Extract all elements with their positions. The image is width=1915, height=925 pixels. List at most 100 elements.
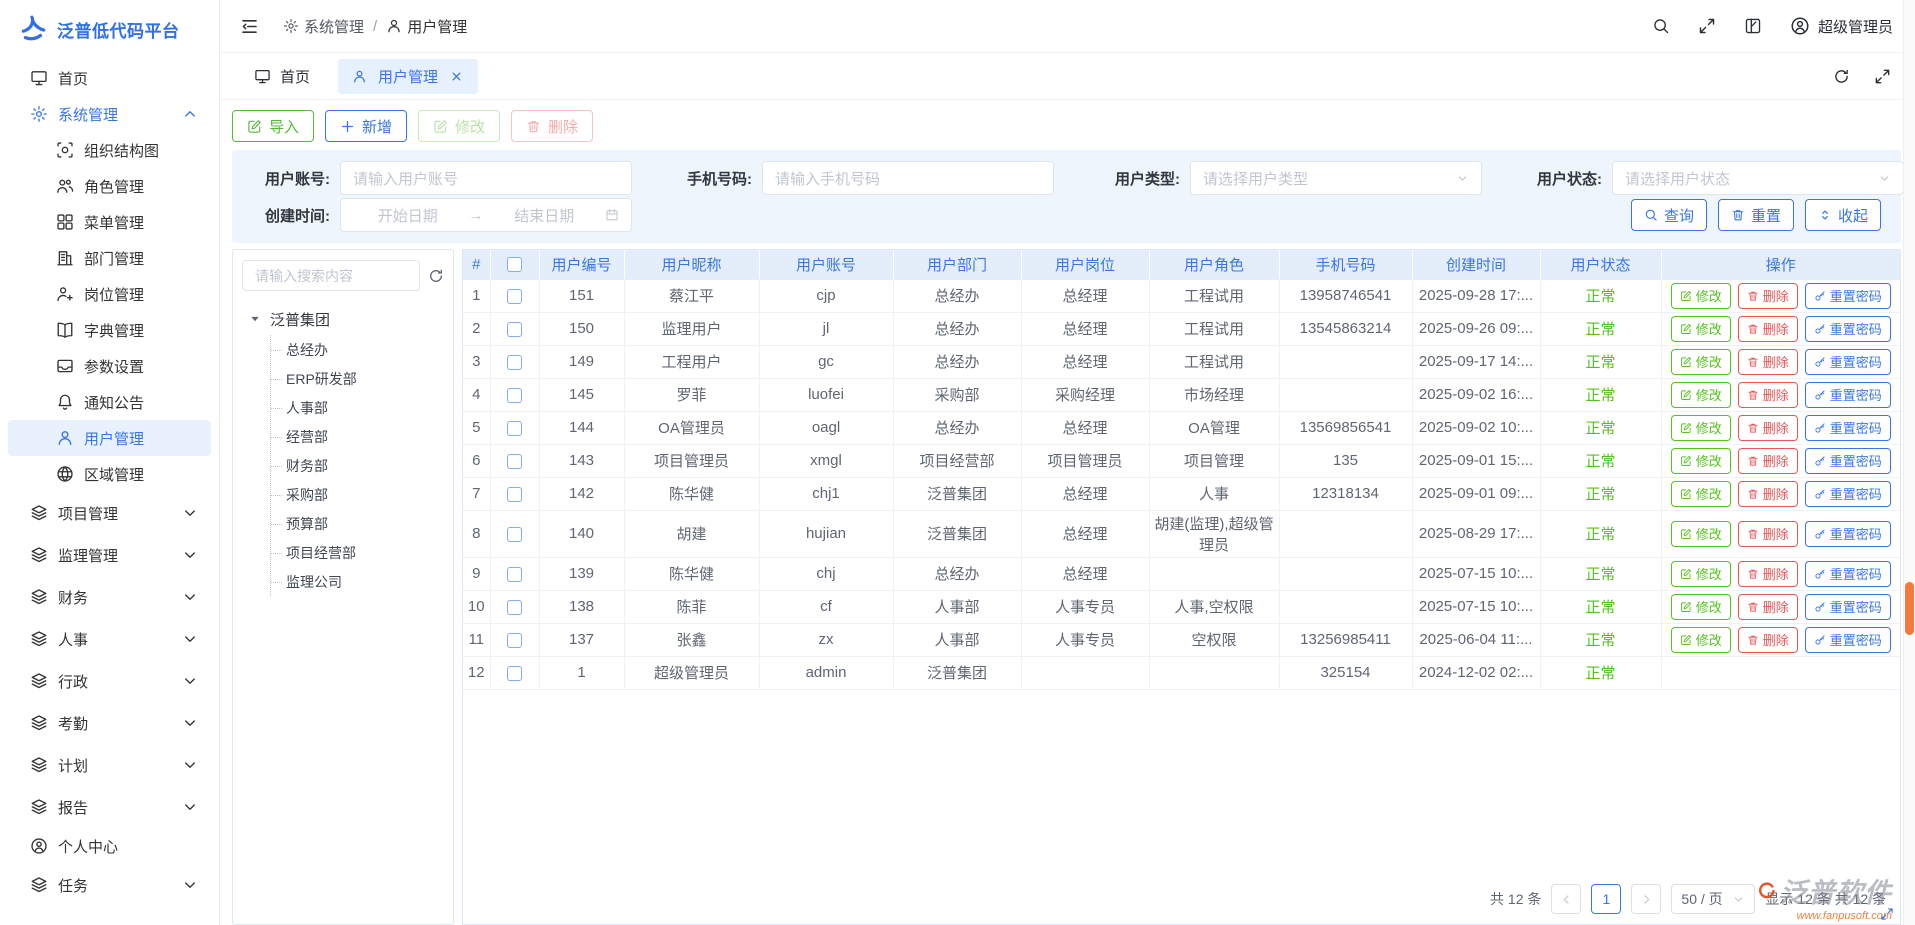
row-delete-button[interactable]: 删除 [1738, 521, 1798, 547]
row-reset-password-button[interactable]: 重置密码 [1805, 415, 1891, 441]
sidebar-item-org-chart[interactable]: 组织结构图 [8, 132, 211, 168]
query-button[interactable]: 查询 [1631, 199, 1707, 231]
tree-node[interactable]: 财务部 [271, 451, 444, 480]
user-menu[interactable]: 超级管理员 [1790, 16, 1893, 37]
current-page[interactable]: 1 [1591, 884, 1621, 914]
tree-node[interactable]: 预算部 [271, 509, 444, 538]
next-page-button[interactable] [1631, 884, 1661, 914]
sidebar-item-task[interactable]: 任务 [8, 864, 211, 906]
row-reset-password-button[interactable]: 重置密码 [1805, 316, 1891, 342]
row-checkbox[interactable] [507, 567, 522, 582]
created-date-range[interactable]: 开始日期 → 结束日期 [340, 198, 632, 232]
row-checkbox[interactable] [507, 633, 522, 648]
row-edit-button[interactable]: 修改 [1671, 349, 1731, 375]
prev-page-button[interactable] [1551, 884, 1581, 914]
breadcrumb-page[interactable]: 用户管理 [386, 16, 467, 37]
row-edit-button[interactable]: 修改 [1671, 481, 1731, 507]
page-size-select[interactable]: 50 / 页 [1671, 884, 1755, 914]
row-checkbox[interactable] [507, 322, 522, 337]
row-reset-password-button[interactable]: 重置密码 [1805, 521, 1891, 547]
row-edit-button[interactable]: 修改 [1671, 561, 1731, 587]
refresh-icon[interactable] [1833, 68, 1850, 85]
row-delete-button[interactable]: 删除 [1738, 283, 1798, 309]
tree-root-node[interactable]: 泛普集团 [242, 305, 444, 333]
row-edit-button[interactable]: 修改 [1671, 627, 1731, 653]
row-delete-button[interactable]: 删除 [1738, 594, 1798, 620]
row-checkbox[interactable] [507, 487, 522, 502]
tab-home[interactable]: 首页 [254, 66, 310, 87]
fullscreen-icon[interactable] [1874, 68, 1891, 85]
row-reset-password-button[interactable]: 重置密码 [1805, 349, 1891, 375]
search-icon[interactable] [1652, 17, 1670, 35]
menu-fold-icon[interactable] [240, 17, 259, 36]
sidebar-item-plan[interactable]: 计划 [8, 744, 211, 786]
tab-user-management[interactable]: 用户管理 [338, 59, 478, 94]
reset-button[interactable]: 重置 [1718, 199, 1794, 231]
sidebar-item-region-management[interactable]: 区域管理 [8, 456, 211, 492]
sidebar-item-project-management[interactable]: 项目管理 [8, 492, 211, 534]
row-delete-button[interactable]: 删除 [1738, 481, 1798, 507]
row-checkbox[interactable] [507, 388, 522, 403]
sidebar-item-attendance[interactable]: 考勤 [8, 702, 211, 744]
sidebar-item-role-management[interactable]: 角色管理 [8, 168, 211, 204]
row-edit-button[interactable]: 修改 [1671, 283, 1731, 309]
row-checkbox[interactable] [507, 454, 522, 469]
row-checkbox[interactable] [507, 355, 522, 370]
sidebar-item-dict-management[interactable]: 字典管理 [8, 312, 211, 348]
row-delete-button[interactable]: 删除 [1738, 382, 1798, 408]
row-edit-button[interactable]: 修改 [1671, 448, 1731, 474]
sidebar-item-hr[interactable]: 人事 [8, 618, 211, 660]
sidebar-item-finance[interactable]: 财务 [8, 576, 211, 618]
scrollbar-thumb[interactable] [1905, 582, 1914, 635]
tree-node[interactable]: 经营部 [271, 422, 444, 451]
row-edit-button[interactable]: 修改 [1671, 382, 1731, 408]
row-checkbox[interactable] [507, 527, 522, 542]
sidebar-item-post-management[interactable]: 岗位管理 [8, 276, 211, 312]
select-all-checkbox[interactable] [507, 257, 522, 272]
row-delete-button[interactable]: 删除 [1738, 316, 1798, 342]
row-delete-button[interactable]: 删除 [1738, 627, 1798, 653]
row-edit-button[interactable]: 修改 [1671, 521, 1731, 547]
row-checkbox[interactable] [507, 421, 522, 436]
row-delete-button[interactable]: 删除 [1738, 561, 1798, 587]
edit-button[interactable]: 修改 [418, 110, 500, 142]
import-button[interactable]: 导入 [232, 110, 314, 142]
sidebar-item-home[interactable]: 首页 [8, 60, 211, 96]
row-edit-button[interactable]: 修改 [1671, 415, 1731, 441]
close-icon[interactable] [449, 69, 464, 84]
row-edit-button[interactable]: 修改 [1671, 594, 1731, 620]
caret-down-icon[interactable] [249, 313, 261, 325]
row-delete-button[interactable]: 删除 [1738, 448, 1798, 474]
row-checkbox[interactable] [507, 666, 522, 681]
account-input[interactable]: 请输入用户账号 [340, 161, 632, 195]
corner-expand-icon[interactable] [1880, 907, 1894, 921]
tree-node[interactable]: 项目经营部 [271, 538, 444, 567]
tree-node[interactable]: ERP研发部 [271, 364, 444, 393]
sidebar-item-personal-center[interactable]: 个人中心 [8, 828, 211, 864]
refresh-icon[interactable] [428, 268, 444, 284]
tree-node[interactable]: 人事部 [271, 393, 444, 422]
page-scrollbar[interactable] [1903, 0, 1915, 925]
row-checkbox[interactable] [507, 289, 522, 304]
sidebar-item-notice[interactable]: 通知公告 [8, 384, 211, 420]
row-reset-password-button[interactable]: 重置密码 [1805, 382, 1891, 408]
row-checkbox[interactable] [507, 600, 522, 615]
row-delete-button[interactable]: 删除 [1738, 415, 1798, 441]
fullscreen-icon[interactable] [1698, 17, 1716, 35]
sidebar-item-administration[interactable]: 行政 [8, 660, 211, 702]
tree-node[interactable]: 监理公司 [271, 567, 444, 596]
delete-button[interactable]: 删除 [511, 110, 593, 142]
layout-icon[interactable] [1744, 17, 1762, 35]
sidebar-item-menu-management[interactable]: 菜单管理 [8, 204, 211, 240]
sidebar-item-dept-management[interactable]: 部门管理 [8, 240, 211, 276]
row-edit-button[interactable]: 修改 [1671, 316, 1731, 342]
collapse-filters-button[interactable]: 收起 [1805, 199, 1881, 231]
status-select[interactable]: 请选择用户状态 [1612, 161, 1904, 195]
breadcrumb-system[interactable]: 系统管理 [283, 16, 364, 37]
row-reset-password-button[interactable]: 重置密码 [1805, 283, 1891, 309]
row-reset-password-button[interactable]: 重置密码 [1805, 481, 1891, 507]
row-reset-password-button[interactable]: 重置密码 [1805, 448, 1891, 474]
row-reset-password-button[interactable]: 重置密码 [1805, 561, 1891, 587]
add-button[interactable]: 新增 [325, 110, 407, 142]
sidebar-item-report[interactable]: 报告 [8, 786, 211, 828]
